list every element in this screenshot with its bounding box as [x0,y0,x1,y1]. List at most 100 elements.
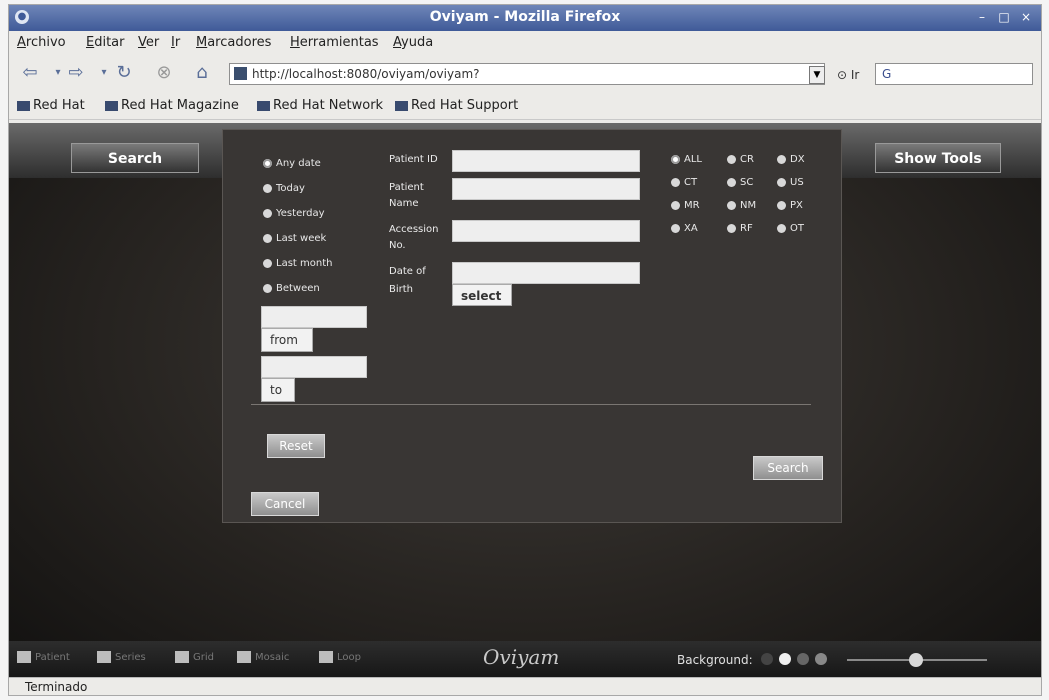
cancel-button[interactable]: Cancel [251,492,319,516]
radio-last-month[interactable]: Last month [263,258,332,269]
menu-editar[interactable]: Editar [86,35,125,50]
go-button[interactable]: ⊙ Ir [837,68,859,82]
bottom-item-label: Loop [337,651,361,663]
radio-today[interactable]: Today [263,183,305,194]
from-button[interactable]: from [261,328,313,352]
search-button[interactable]: Search [753,456,823,480]
menu-ver[interactable]: Ver [138,35,159,50]
modality-mr[interactable]: MR [671,200,700,211]
minimize-button[interactable]: – [973,8,991,26]
modality-all[interactable]: ALL [671,154,702,165]
close-button[interactable]: × [1017,8,1035,26]
menu-ir[interactable]: Ir [171,35,180,50]
radio-last-week[interactable]: Last week [263,233,326,244]
radio-label: Last week [276,233,327,244]
red-hat-icon [257,100,270,111]
reload-icon[interactable]: ↻ [111,61,137,85]
bookmark-red-hat-network[interactable]: Red Hat Network [257,98,383,113]
radio-dot-icon [671,178,680,187]
radio-dot-icon [263,234,272,243]
radio-between[interactable]: Between [263,283,320,294]
bookmark-label: Red Hat [33,98,85,113]
modality-label: NM [740,200,757,211]
modality-dx[interactable]: DX [777,154,805,165]
status-text: Terminado [25,680,88,694]
mosaic-tab[interactable]: Mosaic [237,651,289,663]
maximize-button[interactable]: □ [995,8,1013,26]
dialog-divider [251,404,811,405]
patient-icon [17,651,31,663]
patient-id-label: Patient ID [389,154,438,165]
accession-field[interactable] [452,220,640,242]
status-bar: Terminado [9,677,1041,695]
patient-name-label-2: Name [389,198,419,209]
search-tab[interactable]: Search [71,143,199,173]
oviyam-logo: Oviyam [483,645,560,669]
menu-bar: Archivo Editar Ver Ir Marcadores Herrami… [9,31,1041,55]
bookmark-red-hat[interactable]: Red Hat [17,98,85,113]
menu-archivo[interactable]: Archivo [17,35,66,50]
back-icon[interactable]: ⇦ [17,61,43,85]
grid-tab[interactable]: Grid [175,651,214,663]
background-gray-option[interactable] [797,653,809,665]
to-button[interactable]: to [261,378,295,402]
url-dropdown-icon[interactable]: ▼ [809,66,825,84]
search-dialog: Any date Today Yesterday Last week Last … [222,129,842,523]
bottom-item-label: Grid [193,651,214,663]
site-favicon-icon [234,67,247,80]
radio-dot-icon [777,224,786,233]
radio-dot-icon [727,155,736,164]
radio-label: Today [276,183,305,194]
modality-us[interactable]: US [777,177,804,188]
search-field[interactable]: G [875,63,1033,85]
select-button[interactable]: select [452,284,512,306]
bookmark-red-hat-support[interactable]: Red Hat Support [395,98,518,113]
home-icon[interactable]: ⌂ [189,61,215,85]
from-date-field[interactable] [261,306,367,328]
menu-herramientas[interactable]: Herramientas [290,35,379,50]
loop-tab[interactable]: Loop [319,651,361,663]
red-hat-icon [17,100,30,111]
modality-cr[interactable]: CR [727,154,754,165]
series-tab[interactable]: Series [97,651,146,663]
radio-label: Yesterday [276,208,325,219]
patient-id-field[interactable] [452,150,640,172]
modality-label: US [790,177,804,188]
modality-xa[interactable]: XA [671,223,698,234]
background-black-option[interactable] [761,653,773,665]
modality-px[interactable]: PX [777,200,803,211]
to-date-field[interactable] [261,356,367,378]
modality-ct[interactable]: CT [671,177,697,188]
modality-sc[interactable]: SC [727,177,753,188]
modality-label: CR [740,154,754,165]
reset-button[interactable]: Reset [267,434,325,458]
radio-label: Between [276,283,320,294]
menu-ayuda[interactable]: Ayuda [393,35,433,50]
modality-label: RF [740,223,753,234]
patient-name-field[interactable] [452,178,640,200]
bottom-item-label: Series [115,651,146,663]
slider-knob[interactable] [909,653,923,667]
browser-window: ● Oviyam - Mozilla Firefox – □ × Archivo… [8,4,1042,696]
stop-icon[interactable]: ⊗ [151,61,177,85]
bookmark-red-hat-magazine[interactable]: Red Hat Magazine [105,98,239,113]
modality-nm[interactable]: NM [727,200,756,211]
bookmarks-toolbar: Red Hat Red Hat Magazine Red Hat Network… [9,93,1041,120]
modality-label: ALL [684,154,702,165]
modality-ot[interactable]: OT [777,223,804,234]
radio-yesterday[interactable]: Yesterday [263,208,325,219]
background-light-gray-option[interactable] [815,653,827,665]
background-white-option[interactable] [779,653,791,665]
show-tools-button[interactable]: Show Tools [875,143,1001,173]
patient-tab[interactable]: Patient [17,651,70,663]
forward-icon[interactable]: ⇨ [63,61,89,85]
dob-field[interactable] [452,262,640,284]
menu-marcadores[interactable]: Marcadores [196,35,271,50]
radio-dot-icon [777,201,786,210]
modality-rf[interactable]: RF [727,223,753,234]
url-field[interactable]: http://localhost:8080/oviyam/oviyam? [229,63,825,85]
grid-icon [175,651,189,663]
modality-label: SC [740,177,754,188]
radio-dot-icon [263,209,272,218]
radio-any-date[interactable]: Any date [263,158,321,169]
